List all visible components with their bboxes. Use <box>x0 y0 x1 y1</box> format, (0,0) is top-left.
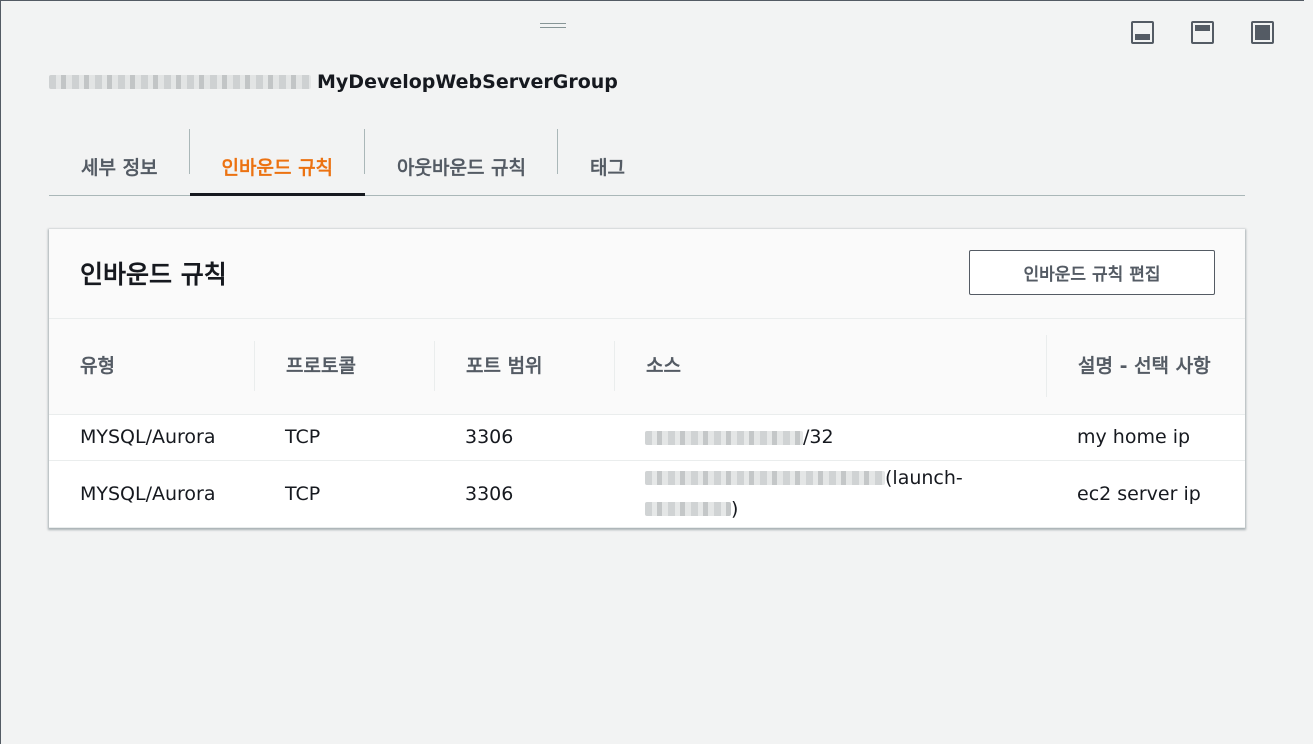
page-title: MyDevelopWebServerGroup <box>317 71 618 93</box>
column-header-type[interactable]: 유형 <box>49 319 254 414</box>
drag-handle-icon[interactable] <box>540 23 566 31</box>
column-header-protocol[interactable]: 프로토콜 <box>254 319 434 414</box>
column-header-description[interactable]: 설명 - 선택 사항 <box>1046 319 1245 414</box>
source-suffix: /32 <box>803 426 834 448</box>
tab-label: 인바운드 규칙 <box>221 156 334 179</box>
tab-label: 세부 정보 <box>81 156 158 179</box>
window-frame: MyDevelopWebServerGroup 세부 정보 인바운드 규칙 아웃… <box>0 0 1304 744</box>
column-header-source[interactable]: 소스 <box>614 319 1046 414</box>
tab-bar: 세부 정보 인바운드 규칙 아웃바운드 규칙 태그 <box>49 129 1245 196</box>
table-header-row: 유형 프로토콜 포트 범위 소스 설명 - 선택 사항 <box>49 319 1245 414</box>
panel-header: 인바운드 규칙 인바운드 규칙 편집 <box>49 229 1245 319</box>
tab-label: 태그 <box>590 156 625 179</box>
dock-top-icon[interactable] <box>1191 21 1214 44</box>
cell-port: 3306 <box>465 426 514 448</box>
cell-protocol: TCP <box>285 482 321 505</box>
redacted-security-group-id <box>645 471 885 485</box>
tab-outbound-rules[interactable]: 아웃바운드 규칙 <box>365 129 559 195</box>
column-header-port-range[interactable]: 포트 범위 <box>434 319 614 414</box>
redacted-group-name <box>645 502 731 516</box>
fullscreen-icon[interactable] <box>1251 21 1274 44</box>
table-row: MYSQL/Aurora TCP 3306 (launch- ) ec2 ser… <box>49 460 1245 527</box>
cell-type: MYSQL/Aurora <box>80 426 216 448</box>
source-suffix: (launch- <box>885 466 963 489</box>
cell-description: ec2 server ip <box>1077 482 1201 505</box>
redacted-ip <box>645 430 803 445</box>
tab-tags[interactable]: 태그 <box>558 129 657 195</box>
panel-title: 인바운드 규칙 <box>80 260 227 289</box>
tab-details[interactable]: 세부 정보 <box>49 129 190 195</box>
cell-source: (launch- ) <box>614 460 1046 527</box>
table-row: MYSQL/Aurora TCP 3306 /32 my home ip <box>49 414 1245 460</box>
source-suffix: ) <box>731 497 739 520</box>
inbound-rules-table: 유형 프로토콜 포트 범위 소스 설명 - 선택 사항 MYSQL/Aurora… <box>49 319 1245 528</box>
cell-description: my home ip <box>1077 426 1191 448</box>
breadcrumb: MyDevelopWebServerGroup <box>49 71 618 93</box>
cell-protocol: TCP <box>285 426 321 448</box>
tab-label: 아웃바운드 규칙 <box>397 156 527 179</box>
tab-inbound-rules[interactable]: 인바운드 규칙 <box>189 129 366 196</box>
cell-source: /32 <box>614 414 1046 460</box>
redacted-group-id <box>49 75 311 89</box>
edit-inbound-rules-button[interactable]: 인바운드 규칙 편집 <box>969 250 1215 295</box>
dock-bottom-icon[interactable] <box>1131 21 1154 44</box>
cell-port: 3306 <box>465 482 514 505</box>
window-controls <box>1131 21 1274 44</box>
inbound-rules-panel: 인바운드 규칙 인바운드 규칙 편집 유형 프로토콜 포트 범위 소스 설명 -… <box>49 229 1245 528</box>
cell-type: MYSQL/Aurora <box>80 482 216 505</box>
